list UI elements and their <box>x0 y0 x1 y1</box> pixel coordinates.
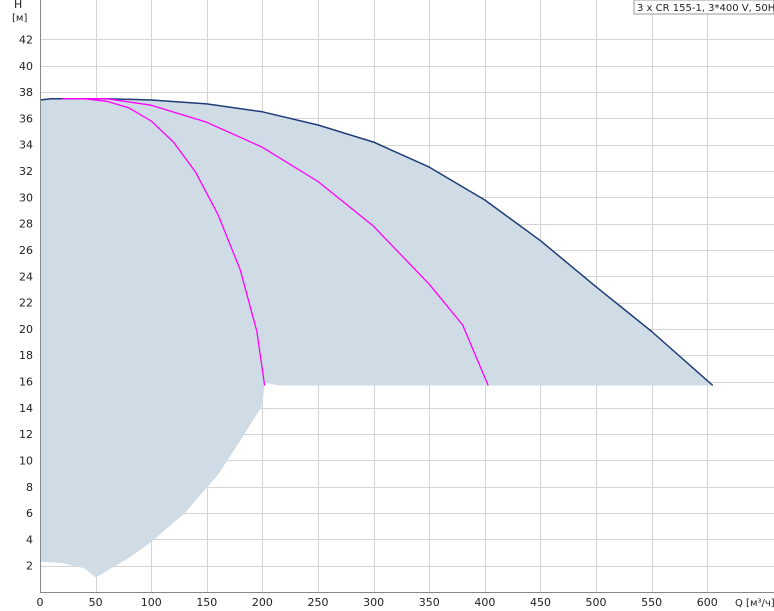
y-tick-label: 6 <box>26 507 33 520</box>
x-tick-label: 200 <box>252 596 273 609</box>
y-tick-label: 10 <box>19 454 33 467</box>
y-tick-label: 24 <box>19 270 33 283</box>
x-tick-label: 350 <box>419 596 440 609</box>
y-tick-label: 20 <box>19 323 33 336</box>
y-tick-label: 40 <box>19 60 33 73</box>
x-tick-label: 100 <box>141 596 162 609</box>
y-tick-label: 2 <box>26 560 33 573</box>
y-tick-label: 16 <box>19 376 33 389</box>
y-tick-label: 14 <box>19 402 33 415</box>
y-tick-label: 12 <box>19 428 33 441</box>
chart-title: 3 x CR 155-1, 3*400 V, 50Hz <box>637 3 774 14</box>
y-tick-label: 32 <box>19 165 33 178</box>
y-tick-label: 34 <box>19 139 33 152</box>
y-axis-label: H <box>14 0 22 11</box>
x-axis-label: Q [м³/ч] <box>735 598 774 609</box>
x-tick-label: 300 <box>363 596 384 609</box>
operating-range-area <box>40 98 713 578</box>
y-tick-label: 26 <box>19 244 33 257</box>
x-tick-label: 50 <box>89 596 103 609</box>
y-axis-unit: [м] <box>12 13 27 24</box>
x-tick-label: 600 <box>697 596 718 609</box>
y-tick-label: 38 <box>19 86 33 99</box>
x-tick-label: 0 <box>37 596 44 609</box>
y-tick-label: 4 <box>26 533 33 546</box>
y-tick-label: 22 <box>19 297 33 310</box>
x-tick-label: 250 <box>308 596 329 609</box>
y-tick-label: 36 <box>19 112 33 125</box>
pump-curve-chart: 0 50 100 150 200 250 300 350 400 450 500 550 6002468… <box>12 0 774 609</box>
y-tick-label: 28 <box>19 218 33 231</box>
x-tick-label: 500 <box>586 596 607 609</box>
y-tick-label: 30 <box>19 191 33 204</box>
y-tick-label: 42 <box>19 33 33 46</box>
x-tick-label: 550 <box>641 596 662 609</box>
x-tick-label: 400 <box>474 596 495 609</box>
y-tick-label: 18 <box>19 349 33 362</box>
x-tick-label: 450 <box>530 596 551 609</box>
x-tick-label: 150 <box>196 596 217 609</box>
y-tick-label: 8 <box>26 481 33 494</box>
